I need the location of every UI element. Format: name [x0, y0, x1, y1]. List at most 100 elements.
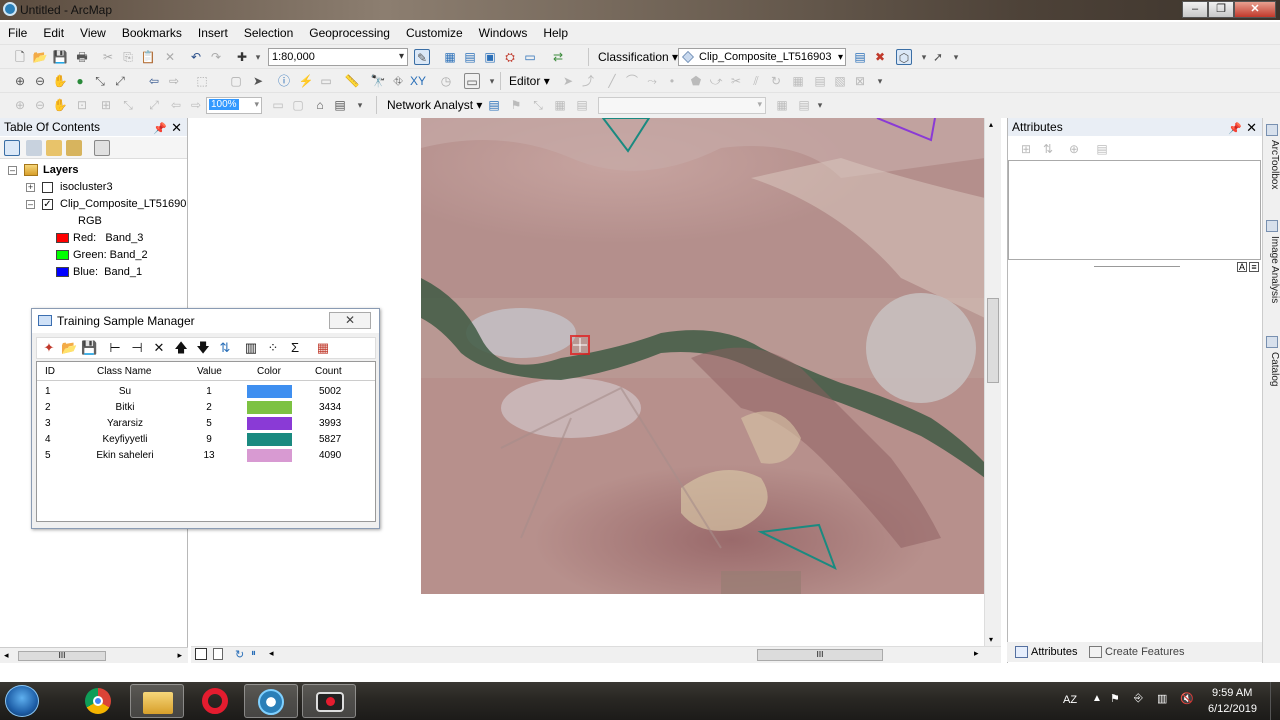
close-icon[interactable]: ✕ [171, 119, 182, 137]
list-by-visibility-icon[interactable] [46, 140, 62, 156]
tab-catalog[interactable]: Catalog [1264, 334, 1280, 404]
scroll-up-icon[interactable]: ▴ [989, 120, 993, 129]
pin-icon[interactable]: 📌 [153, 120, 167, 138]
map-scale-combo[interactable]: 1:80,000 [268, 48, 408, 66]
open-icon[interactable]: 📂 [61, 340, 77, 356]
trace-icon[interactable]: ⤳ [644, 73, 660, 89]
toggle-draft-icon[interactable]: ▭ [270, 97, 286, 113]
list-by-source-icon[interactable] [26, 140, 42, 156]
python-window-icon[interactable]: ▭ [522, 49, 538, 65]
expand-icon[interactable]: + [26, 183, 35, 192]
col-header-id[interactable]: ID [45, 366, 55, 377]
go-to-xy-icon[interactable]: XY [410, 73, 426, 89]
data-view-icon[interactable] [195, 648, 207, 660]
split-icon[interactable]: ⫽ [748, 73, 764, 89]
band-red-swatch[interactable] [56, 233, 69, 243]
network-analyst-window-icon[interactable]: ▤ [486, 97, 502, 113]
tab-attributes[interactable]: Attributes [1013, 644, 1091, 661]
collapse-icon[interactable]: – [26, 200, 35, 209]
cut-icon[interactable]: ✂ [100, 49, 116, 65]
reshape-icon[interactable]: ⤻ [708, 73, 724, 89]
satellite-raster[interactable] [421, 118, 985, 594]
map-horizontal-scrollbar[interactable]: ↻ ⏸ ◂ III ▸ [191, 646, 1001, 663]
select-elements-icon[interactable]: ➤ [250, 73, 266, 89]
opera-taskbar-button[interactable] [188, 684, 242, 718]
layer-visibility-checkbox[interactable] [42, 182, 53, 193]
cut-polygons-icon[interactable]: ✂ [728, 73, 744, 89]
attributes-icon[interactable]: ▦ [790, 73, 806, 89]
layout-pan-icon[interactable]: ✋ [52, 97, 68, 113]
delete-icon[interactable]: ✕ [151, 340, 167, 356]
end-point-arc-icon[interactable]: ⌒ [624, 73, 640, 89]
histograms-icon[interactable]: ▥ [243, 340, 259, 356]
menu-view[interactable]: View [72, 26, 114, 40]
create-signature-file-icon[interactable]: ▦ [315, 340, 331, 356]
fixed-zoom-out-icon[interactable]: ⤢ [112, 73, 128, 89]
copy-icon[interactable]: ⎘ [120, 49, 136, 65]
search-window-icon[interactable]: ▣ [482, 49, 498, 65]
add-data-dropdown-icon[interactable]: ▾ [250, 49, 266, 65]
paste-icon[interactable]: 📋 [140, 49, 156, 65]
class-color-swatch[interactable] [247, 417, 292, 430]
back-icon[interactable]: ⇦ [168, 97, 184, 113]
zoom-whole-page-icon[interactable]: ⊡ [74, 97, 90, 113]
scroll-thumb[interactable]: III [18, 651, 106, 661]
focus-data-frame-icon[interactable]: ▢ [290, 97, 306, 113]
scroll-left-icon[interactable]: ◂ [269, 648, 274, 659]
split-classes-icon[interactable]: ⊣ [129, 340, 145, 356]
layout-zoom-out-fixed-icon[interactable]: ⤢ [146, 97, 162, 113]
select-training-sample-icon[interactable]: ➚ [930, 49, 946, 65]
arcmap-app-icon[interactable] [3, 2, 17, 16]
draw-polygon-icon[interactable]: ⬡ [896, 49, 912, 65]
reset-values-icon[interactable]: ⇅ [217, 340, 233, 356]
toc-options-icon[interactable] [94, 140, 110, 156]
map-vscroll-thumb[interactable] [987, 298, 999, 383]
menu-file[interactable]: File [0, 26, 35, 40]
training-sample-icon[interactable]: ✖ [872, 49, 888, 65]
point-icon[interactable]: • [664, 73, 680, 89]
collapse-icon[interactable]: – [8, 166, 17, 175]
sketch-properties-icon[interactable]: ▤ [812, 73, 828, 89]
map-vertical-scrollbar[interactable]: ▴ ▾ [984, 118, 1001, 646]
explorer-taskbar-button[interactable] [130, 684, 184, 718]
scatterplots-icon[interactable]: ⁘ [265, 340, 281, 356]
time-slider-icon[interactable]: ◷ [438, 73, 454, 89]
new-document-icon[interactable]: 🗋 [12, 49, 28, 65]
create-network-location-icon[interactable]: ⚑ [508, 97, 524, 113]
catalog-window-icon[interactable]: ▤ [462, 49, 478, 65]
list-by-drawing-order-icon[interactable] [4, 140, 20, 156]
attributes-tree-icon[interactable]: ⊞ [1018, 141, 1034, 157]
minimize-button[interactable]: – [1182, 1, 1208, 18]
table-window-icon[interactable]: ▦ [442, 49, 458, 65]
close-icon[interactable]: ✕ [1246, 119, 1257, 137]
menu-insert[interactable]: Insert [190, 26, 236, 40]
hyperlink-icon[interactable]: ⚡ [298, 73, 314, 89]
scroll-left-icon[interactable]: ◂ [4, 650, 9, 661]
zoom-percent-combo[interactable]: 100% ▾ [206, 97, 262, 114]
fixed-zoom-in-icon[interactable]: ⤡ [92, 73, 108, 89]
classification-menu[interactable]: Classification ▾ [598, 50, 678, 64]
directions-icon[interactable]: ▤ [574, 97, 590, 113]
language-indicator[interactable]: AZ [1063, 694, 1077, 706]
create-features-icon[interactable]: ▧ [832, 73, 848, 89]
merge-icon[interactable]: ✦ [41, 340, 57, 356]
merge-classes-icon[interactable]: ⊢ [107, 340, 123, 356]
sort-alpha-icon[interactable]: A [1237, 262, 1247, 272]
toolbar-overflow-icon[interactable]: ▾ [352, 97, 368, 113]
save-icon[interactable]: 💾 [52, 49, 68, 65]
select-features-icon[interactable]: ⬚ [194, 73, 210, 89]
attributes-tree[interactable] [1008, 160, 1261, 260]
volume-muted-icon[interactable]: 🔇 [1180, 692, 1194, 705]
layout-view-icon[interactable] [213, 648, 223, 660]
clear-selection-icon[interactable]: ▢ [228, 73, 244, 89]
viewer-dropdown-icon[interactable]: ▾ [484, 73, 500, 89]
find-icon[interactable]: 🔭 [370, 73, 386, 89]
class-color-swatch[interactable] [247, 449, 292, 462]
class-color-swatch[interactable] [247, 385, 292, 398]
scroll-right-icon[interactable]: ▸ [177, 650, 182, 661]
recorder-taskbar-button[interactable] [302, 684, 356, 718]
data-driven-pages-icon[interactable]: ▤ [332, 97, 348, 113]
menu-geoprocessing[interactable]: Geoprocessing [301, 26, 398, 40]
refresh-icon[interactable]: ↻ [235, 648, 244, 661]
viewer-window-icon[interactable]: ▭ [464, 73, 480, 89]
